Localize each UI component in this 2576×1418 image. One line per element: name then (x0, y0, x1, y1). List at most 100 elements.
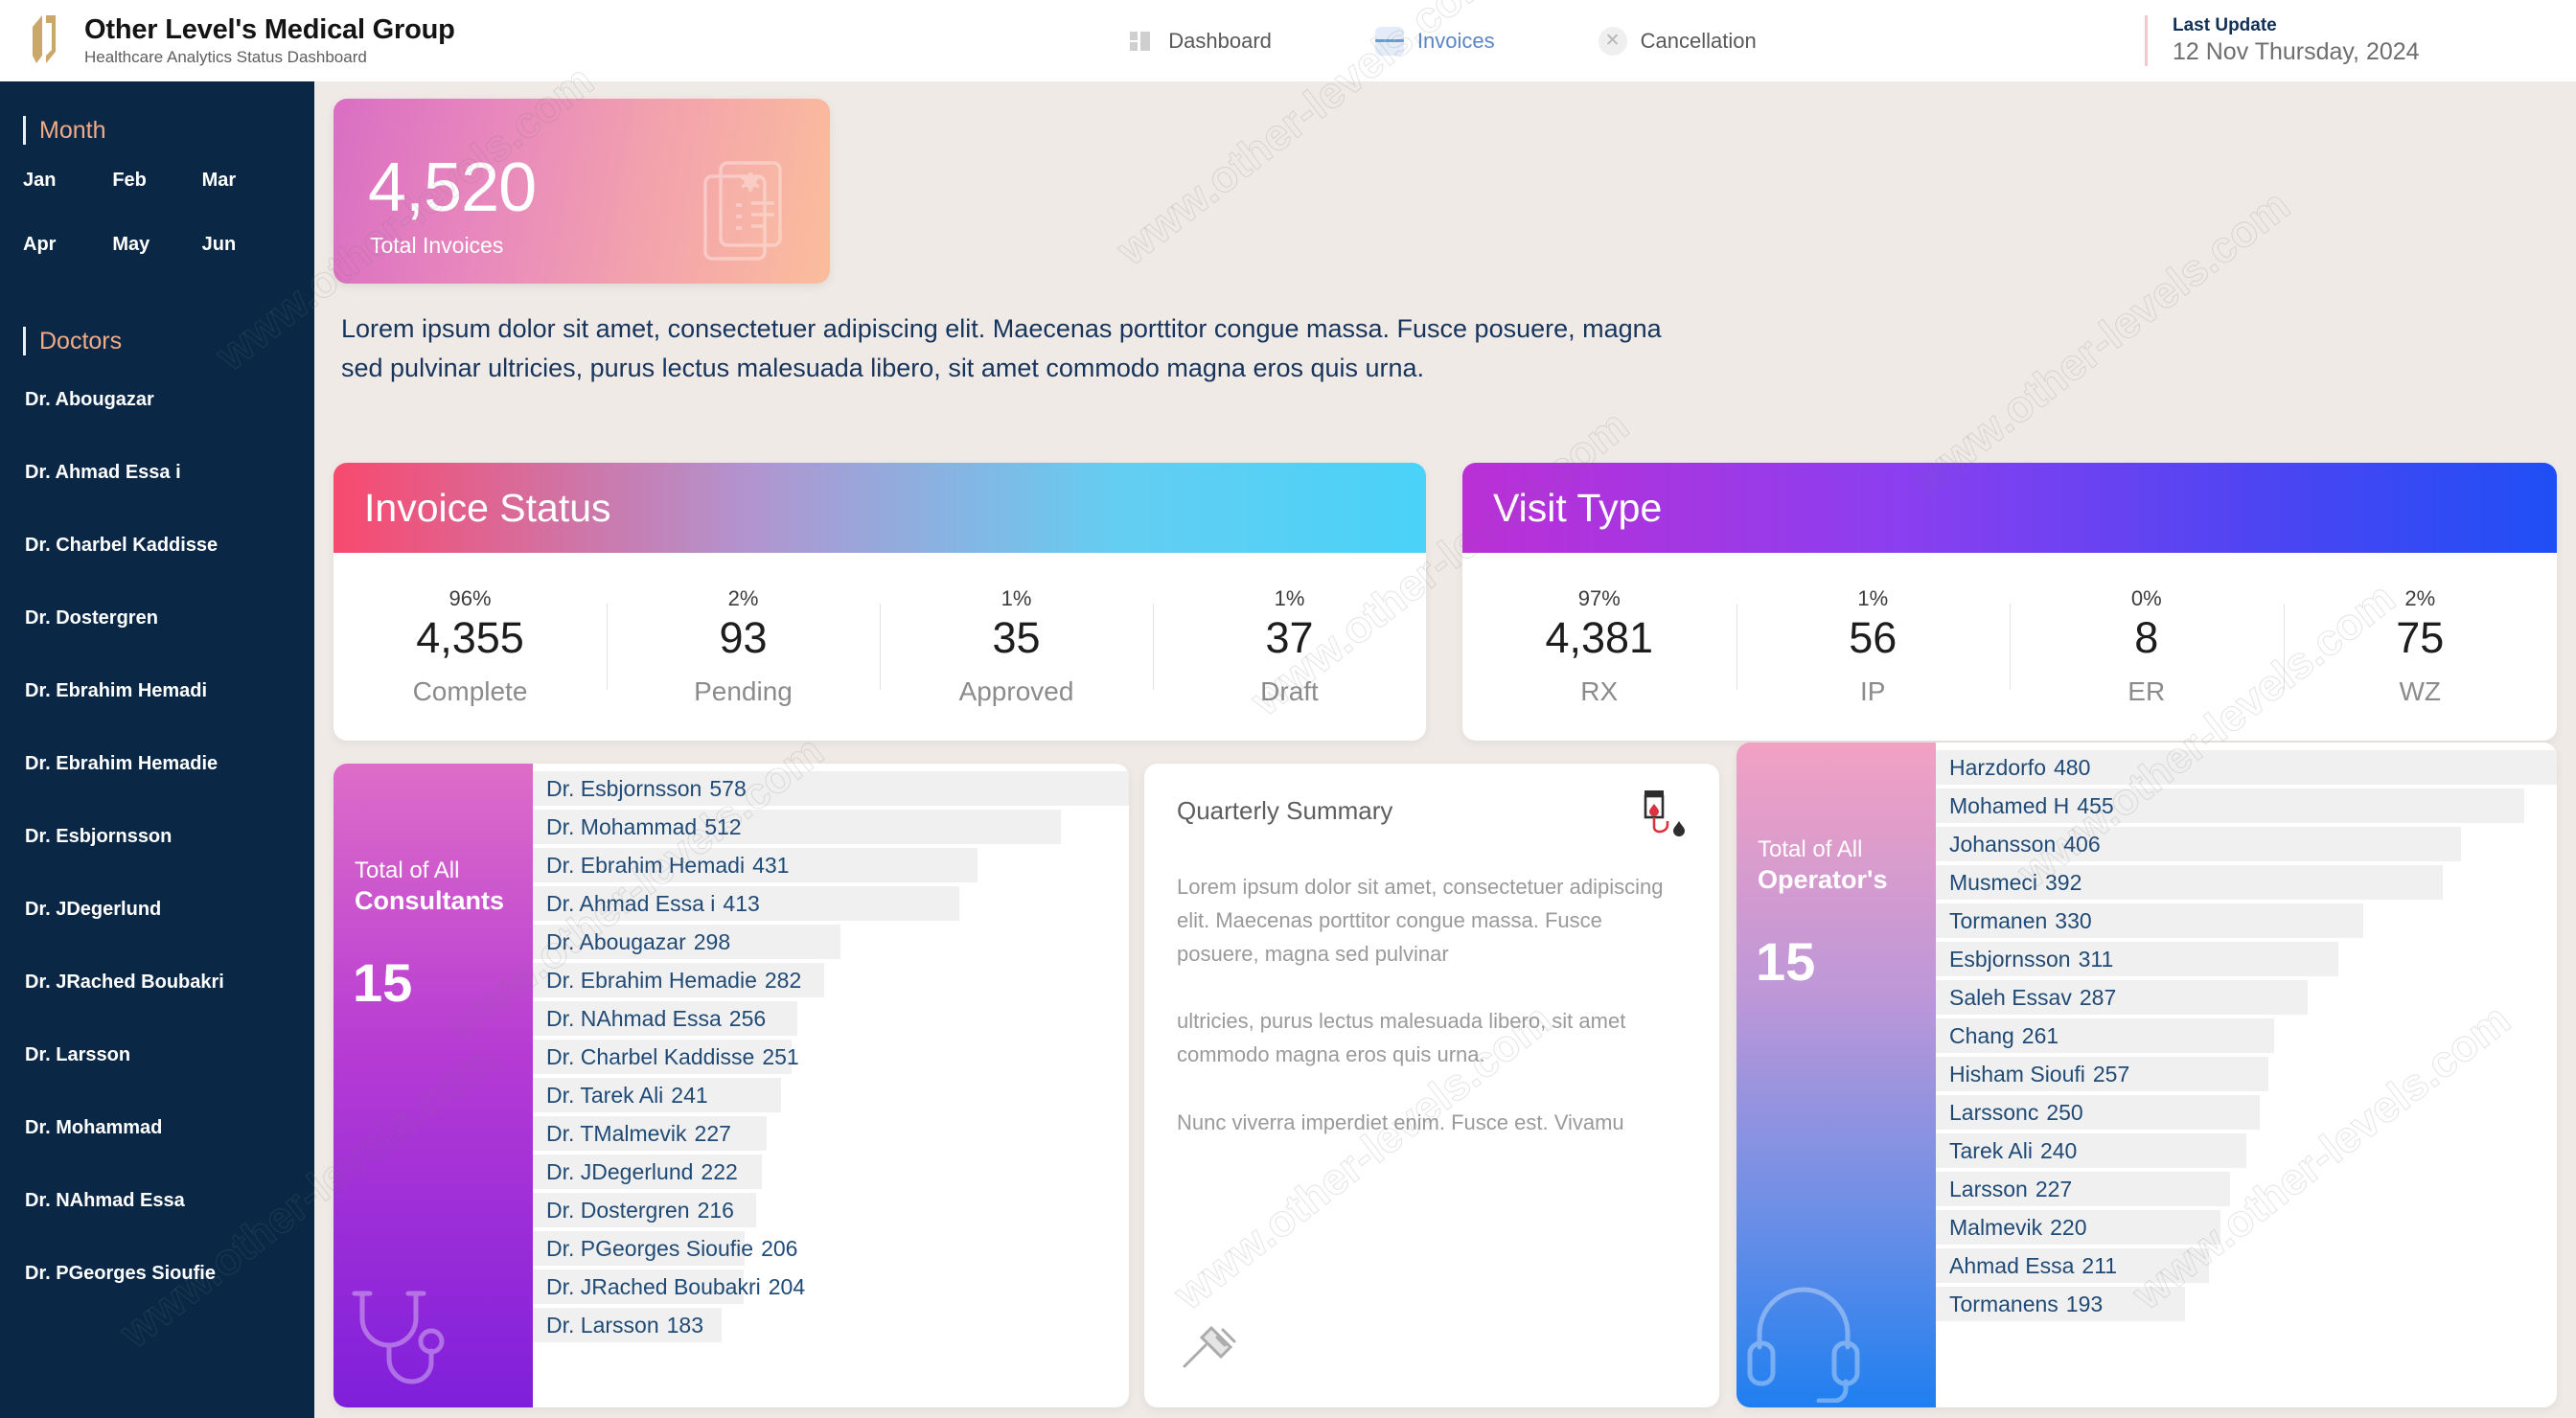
bar-row[interactable]: Tarek Ali 240 (1936, 1132, 2557, 1170)
quarterly-paragraph: Nunc viverra imperdiet enim. Fusce est. … (1177, 1109, 1624, 1134)
bar-row[interactable]: Saleh Essav 287 (1936, 978, 2557, 1017)
bar-row[interactable]: Dr. PGeorges Sioufie 206 (533, 1229, 1129, 1268)
bar-row-label: Larsson 227 (1949, 1176, 2073, 1201)
bar-row[interactable]: Hisham Sioufi 257 (1936, 1055, 2557, 1093)
stat-label: RX (1580, 675, 1619, 706)
stat-value: 4,381 (1545, 613, 1654, 663)
bar-row[interactable]: Esbjornsson 311 (1936, 940, 2557, 978)
sidebar-item-doctor[interactable]: Dr. Mohammad (0, 1091, 314, 1164)
stat-value: 93 (719, 613, 768, 663)
stat-label: ER (2128, 675, 2166, 706)
stat-label: Approved (958, 675, 1074, 706)
bar-row[interactable]: Mohamed H 455 (1936, 787, 2557, 825)
sidebar-item-doctor[interactable]: Dr. Charbel Kaddisse (0, 509, 314, 582)
bar-row[interactable]: Dr. Ahmad Essa i 413 (533, 884, 1129, 923)
operators-side-line2: Operator's (1758, 865, 1888, 894)
bar-row-label: Dr. Ebrahim Hemadie 282 (546, 967, 802, 993)
stat-ip[interactable]: 1% 56 IP (1736, 586, 2011, 706)
panel-total-consultants: Total of All Consultants 15 Dr. Esbjorns… (334, 764, 1129, 1407)
bar-row[interactable]: Dr. Tarek Ali 241 (533, 1076, 1129, 1114)
last-update-title: Last Update (2173, 15, 2277, 35)
bar-row[interactable]: Dr. TMalmevik 227 (533, 1114, 1129, 1153)
operators-side-banner: Total of All Operator's 15 (1736, 743, 1936, 1407)
bar-row[interactable]: Dr. Ebrahim Hemadi 431 (533, 846, 1129, 884)
nav-label-dashboard: Dashboard (1168, 28, 1272, 53)
bar-row[interactable]: Tormanen 330 (1936, 902, 2557, 940)
bar-row[interactable]: Dr. Ebrahim Hemadie 282 (533, 961, 1129, 999)
sidebar-item-doctor[interactable]: Dr. Ebrahim Hemadie (0, 727, 314, 800)
month-apr[interactable]: Apr (23, 234, 112, 256)
sidebar-item-doctor[interactable]: Dr. Dostergren (0, 582, 314, 654)
bar-row-label: Malmevik 220 (1949, 1214, 2087, 1240)
consultants-side-line1: Total of All (355, 858, 460, 883)
month-mar[interactable]: Mar (202, 170, 291, 192)
bar-row[interactable]: Tormanens 193 (1936, 1285, 2557, 1323)
bar-row[interactable]: Dr. Dostergren 216 (533, 1191, 1129, 1229)
double-chevron-logo-icon (27, 13, 69, 69)
bar-row[interactable]: Dr. Larsson 183 (533, 1306, 1129, 1344)
bar-row[interactable]: Musmeci 392 (1936, 863, 2557, 902)
bar-row-label: Dr. Ebrahim Hemadi 431 (546, 852, 790, 878)
stat-er[interactable]: 0% 8 ER (2010, 586, 2284, 706)
sidebar-item-doctor[interactable]: Dr. JDegerlund (0, 873, 314, 946)
stat-complete[interactable]: 96% 4,355 Complete (334, 586, 607, 706)
stat-label: Pending (694, 675, 793, 706)
bar-row[interactable]: Dr. JRached Boubakri 204 (533, 1268, 1129, 1306)
panel-header-invoice-status: Invoice Status (334, 463, 1426, 553)
stat-value: 37 (1265, 613, 1314, 663)
nav-item-dashboard[interactable]: Dashboard (1126, 27, 1272, 56)
month-feb[interactable]: Feb (112, 170, 201, 192)
bar-row-label: Dr. Larsson 183 (546, 1312, 703, 1338)
nav-item-cancellation[interactable]: ✕ Cancellation (1598, 26, 1757, 56)
sidebar-item-doctor[interactable]: Dr. Abougazar (0, 363, 314, 436)
bar-row[interactable]: Dr. JDegerlund 222 (533, 1153, 1129, 1191)
stat-draft[interactable]: 1% 37 Draft (1153, 586, 1426, 706)
bar-row-label: Tormanens 193 (1949, 1291, 2104, 1316)
sidebar-item-doctor[interactable]: Dr. NAhmad Essa (0, 1164, 314, 1237)
grid-dashboard-icon (1126, 27, 1155, 56)
visit-type-stats: 97% 4,381 RX 1% 56 IP 0% 8 ER 2% 75 WZ (1462, 553, 2557, 741)
nav-label-invoices: Invoices (1416, 28, 1495, 53)
stat-rx[interactable]: 97% 4,381 RX (1462, 586, 1736, 706)
bar-row[interactable]: Chang 261 (1936, 1017, 2557, 1055)
bar-row-label: Dr. PGeorges Sioufie 206 (546, 1235, 798, 1261)
stat-pending[interactable]: 2% 93 Pending (607, 586, 880, 706)
bar-row-label: Esbjornsson 311 (1949, 946, 2114, 972)
month-jan[interactable]: Jan (23, 170, 112, 192)
bar-row[interactable]: Malmevik 220 (1936, 1208, 2557, 1246)
bar-row[interactable]: Dr. Mohammad 512 (533, 808, 1129, 846)
nav-item-invoices[interactable]: Invoices (1374, 26, 1495, 56)
bar-row[interactable]: Johansson 406 (1936, 825, 2557, 863)
bar-row-label: Mohamed H 455 (1949, 792, 2114, 818)
sidebar-item-doctor[interactable]: Dr. Esbjornsson (0, 800, 314, 873)
stat-approved[interactable]: 1% 35 Approved (880, 586, 1153, 706)
quarterly-body: Lorem ipsum dolor sit amet, consectetuer… (1177, 871, 1675, 1140)
month-may[interactable]: May (112, 234, 201, 256)
bar-row-label: Hisham Sioufi 257 (1949, 1061, 2130, 1086)
sidebar-item-doctor[interactable]: Dr. Ebrahim Hemadi (0, 654, 314, 727)
bar-row[interactable]: Dr. Esbjornsson 578 (533, 769, 1129, 808)
bar-row[interactable]: Dr. Charbel Kaddisse 251 (533, 1038, 1129, 1076)
bar-row[interactable]: Dr. Abougazar 298 (533, 923, 1129, 961)
bar-row[interactable]: Larsson 227 (1936, 1170, 2557, 1208)
sidebar-heading-month: Month (0, 116, 314, 145)
bar-row[interactable]: Larssonc 250 (1936, 1093, 2557, 1132)
bar-row[interactable]: Dr. NAhmad Essa 256 (533, 999, 1129, 1038)
main-content: 4,520 Total Invoices Lorem ipsum dolor s… (314, 81, 2576, 1418)
sidebar-item-doctor[interactable]: Dr. PGeorges Sioufie (0, 1237, 314, 1310)
stat-wz[interactable]: 2% 75 WZ (2283, 586, 2558, 706)
bar-row-label: Dr. Esbjornsson 578 (546, 775, 747, 801)
stat-value: 8 (2134, 613, 2159, 663)
bar-row[interactable]: Harzdorfo 480 (1936, 748, 2557, 787)
bar-row-label: Dr. NAhmad Essa 256 (546, 1005, 767, 1031)
bar-row-label: Larssonc 250 (1949, 1099, 2083, 1125)
bar-row-label: Saleh Essav 287 (1949, 984, 2117, 1010)
bar-row-label: Dr. Mohammad 512 (546, 813, 742, 839)
month-jun[interactable]: Jun (202, 234, 291, 256)
sidebar-item-doctor[interactable]: Dr. Ahmad Essa i (0, 436, 314, 509)
bar-row-label: Dr. JDegerlund 222 (546, 1158, 738, 1184)
sidebar-item-doctor[interactable]: Dr. Larsson (0, 1018, 314, 1091)
sidebar-item-doctor[interactable]: Dr. JRached Boubakri (0, 946, 314, 1018)
stat-percent: 2% (2404, 586, 2436, 611)
bar-row[interactable]: Ahmad Essa 211 (1936, 1246, 2557, 1285)
